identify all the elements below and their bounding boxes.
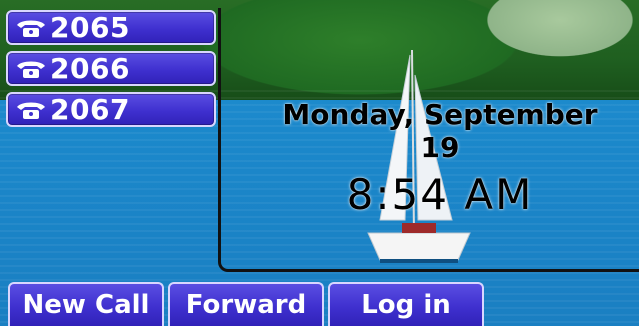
forward-softkey[interactable]: Forward	[168, 282, 324, 326]
softkey-bar: New Call Forward Log in	[8, 282, 484, 326]
line-extension: 2066	[50, 52, 130, 85]
phone-icon	[14, 17, 48, 39]
line-extension: 2067	[50, 93, 130, 126]
line-key-2065[interactable]: 2065	[6, 10, 216, 45]
line-key-2067[interactable]: 2067	[6, 92, 216, 127]
date-text: Monday, September 19	[282, 98, 598, 164]
phone-icon	[14, 99, 48, 121]
time-text: 8:54 AM	[346, 170, 534, 219]
phone-icon	[14, 58, 48, 80]
log-in-softkey[interactable]: Log in	[328, 282, 484, 326]
idle-datetime: Monday, September 19 8:54 AM	[270, 98, 610, 219]
new-call-softkey[interactable]: New Call	[8, 282, 164, 326]
phone-screen: 2065 2066 2067 Monday, September 19 8:54…	[0, 0, 639, 326]
line-key-2066[interactable]: 2066	[6, 51, 216, 86]
line-keys: 2065 2066 2067	[6, 10, 216, 127]
line-extension: 2065	[50, 11, 130, 44]
